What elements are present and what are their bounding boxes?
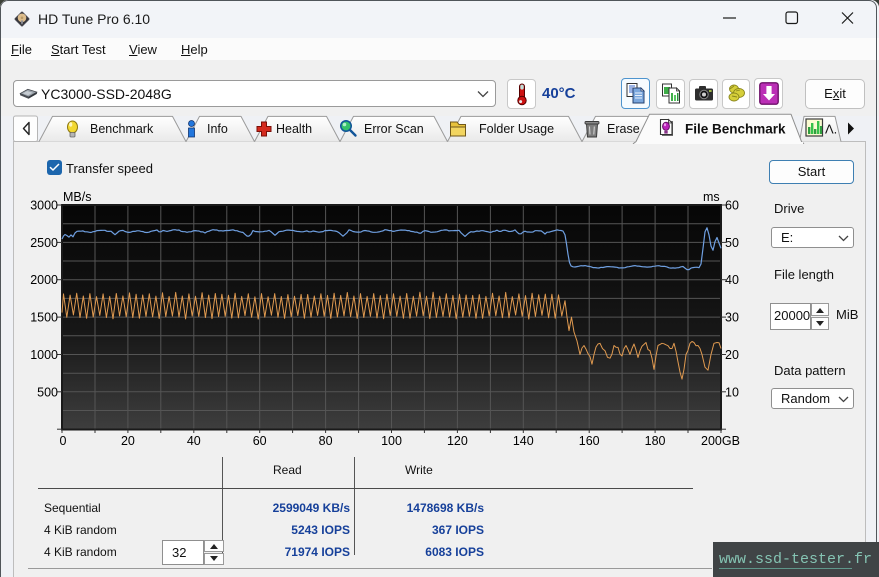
svg-text:2500: 2500 bbox=[30, 236, 58, 250]
svg-text:80: 80 bbox=[319, 434, 333, 448]
svg-text:180: 180 bbox=[645, 434, 666, 448]
svg-text:ms: ms bbox=[703, 190, 720, 204]
svg-text:30: 30 bbox=[725, 311, 739, 325]
svg-text:160: 160 bbox=[579, 434, 600, 448]
svg-text:60: 60 bbox=[725, 199, 739, 213]
svg-text:20: 20 bbox=[725, 348, 739, 362]
svg-text:Health: Health bbox=[276, 122, 312, 136]
svg-text:Benchmark: Benchmark bbox=[90, 122, 154, 136]
svg-text:Λ.: Λ. bbox=[825, 122, 837, 137]
svg-text:2000: 2000 bbox=[30, 273, 58, 287]
svg-text:40: 40 bbox=[187, 434, 201, 448]
svg-text:File Benchmark: File Benchmark bbox=[685, 122, 786, 137]
svg-text:Folder Usage: Folder Usage bbox=[479, 122, 554, 136]
svg-text:120: 120 bbox=[447, 434, 468, 448]
svg-text:Info: Info bbox=[207, 122, 228, 136]
svg-text:200GB: 200GB bbox=[701, 434, 740, 448]
svg-text:0: 0 bbox=[60, 434, 67, 448]
svg-text:40: 40 bbox=[725, 273, 739, 287]
svg-text:1000: 1000 bbox=[30, 348, 58, 362]
svg-text:10: 10 bbox=[725, 385, 739, 399]
svg-text:50: 50 bbox=[725, 236, 739, 250]
svg-text:500: 500 bbox=[37, 385, 58, 399]
svg-text:140: 140 bbox=[513, 434, 534, 448]
svg-text:Error Scan: Error Scan bbox=[364, 122, 424, 136]
svg-text:Erase: Erase bbox=[607, 122, 640, 136]
svg-text:3000: 3000 bbox=[30, 199, 58, 213]
svg-text:60: 60 bbox=[253, 434, 267, 448]
svg-text:MB/s: MB/s bbox=[63, 190, 91, 204]
svg-text:100: 100 bbox=[381, 434, 402, 448]
svg-text:20: 20 bbox=[121, 434, 135, 448]
svg-text:1500: 1500 bbox=[30, 311, 58, 325]
